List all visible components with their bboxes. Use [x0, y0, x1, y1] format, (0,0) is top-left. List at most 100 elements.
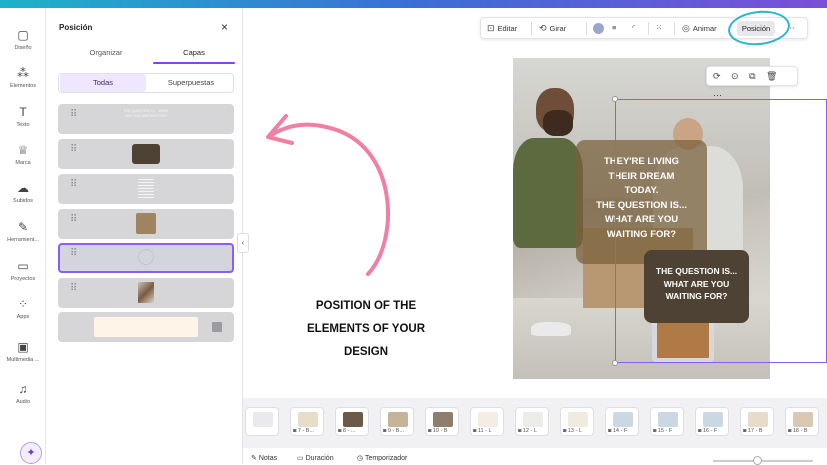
page-thumbnail[interactable]: ◙ 9 - B... — [380, 407, 414, 436]
duration-button[interactable]: ▭ Duración — [297, 454, 334, 462]
resize-handle[interactable] — [612, 96, 618, 102]
page-label: ◙ 18 - B — [788, 428, 808, 434]
page-icon: ◙ — [698, 428, 702, 434]
timer-icon: ◷ — [357, 455, 364, 462]
toolbar-divider — [531, 22, 532, 35]
page-label: ◙ 7 - B... — [293, 428, 314, 434]
page-icon: ◙ — [788, 428, 792, 434]
page-preview — [388, 412, 408, 427]
page-preview — [298, 412, 318, 427]
animate-button[interactable]: ◎ Animar — [682, 18, 717, 38]
element-toolbar[interactable]: ⟳ ⊙ ⧉ 🗑 ⋯ — [706, 66, 798, 100]
page-label-text: 15 - F — [657, 428, 673, 434]
editor-footer: ✎ Notas ▭ Duración ◷ Temporizador — [243, 448, 827, 465]
corner-rounding-icon[interactable]: ◜ — [632, 18, 635, 38]
notes-button[interactable]: ✎ Notas — [251, 454, 277, 462]
page-label-text: 11 - L — [477, 428, 492, 434]
page-icon: ◙ — [473, 428, 477, 434]
page-label: ◙ 17 - B — [743, 428, 763, 434]
page-icon: ◙ — [518, 428, 522, 434]
page-preview — [253, 412, 273, 427]
page-label-text: 18 - B — [792, 428, 808, 434]
page-label: ◙ 13 - L — [563, 428, 582, 434]
page-label: ◙ 9 - B... — [383, 428, 404, 434]
page-label-text: 14 - F — [612, 428, 628, 434]
page-thumbnail[interactable]: ◙ 16 - F — [695, 407, 729, 436]
toolbar-divider — [586, 22, 587, 35]
page-thumbnail[interactable]: ◙ 18 - B — [785, 407, 819, 436]
page-label-text: 12 - L — [522, 428, 537, 434]
page-preview — [613, 412, 633, 427]
page-thumbnail[interactable]: ◙ 13 - L — [560, 407, 594, 436]
page-label: ◙ 16 - F — [698, 428, 717, 434]
page-label-text: 16 - F — [702, 428, 718, 434]
photo-person — [513, 138, 583, 248]
page-label: ◙ 15 - F — [653, 428, 672, 434]
page-thumbnail[interactable]: ◙ 14 - F — [605, 407, 639, 436]
toolbar-divider — [648, 22, 649, 35]
page-icon: ◙ — [383, 428, 387, 434]
edit-button[interactable]: ⊡ Editar — [487, 18, 517, 38]
page-preview — [433, 412, 453, 427]
page-preview — [748, 412, 768, 427]
duration-label: Duración — [305, 455, 334, 462]
page-thumbnail[interactable]: ◙ 8 - ... — [335, 407, 369, 436]
page-thumbnail[interactable]: ◙ 17 - B — [740, 407, 774, 436]
page-preview — [523, 412, 543, 427]
rotate-label: Girar — [549, 24, 567, 33]
page-label-text: 9 - B... — [387, 428, 405, 434]
page-preview — [568, 412, 588, 427]
page-icon: ◙ — [338, 428, 342, 434]
page-label-text: 13 - L — [567, 428, 582, 434]
page-thumbnail[interactable] — [245, 407, 279, 436]
transparency-icon[interactable]: ⁙ — [656, 18, 662, 38]
crop-rotate-icon: ⟲ — [539, 23, 547, 33]
resize-handle[interactable] — [612, 360, 618, 366]
page-preview — [658, 412, 678, 427]
page-label: ◙ 8 - ... — [338, 428, 355, 434]
edit-icon: ⊡ — [487, 23, 495, 33]
page-label-text: 8 - ... — [342, 428, 356, 434]
page-label-text: 17 - B — [747, 428, 763, 434]
page-label-text: 7 - B... — [297, 428, 315, 434]
annotation-line: DESIGN — [343, 346, 389, 358]
annotation-line: ELEMENTS OF YOUR — [307, 323, 425, 335]
border-style-icon[interactable]: ≡ — [612, 18, 616, 38]
toolbar-divider — [674, 22, 675, 35]
page-label: ◙ 10 - B — [428, 428, 448, 434]
animate-icon: ◎ — [682, 23, 690, 33]
color-swatch[interactable] — [593, 23, 604, 34]
selection-box — [615, 99, 827, 363]
page-icon: ◙ — [743, 428, 747, 434]
page-strip: ◙ 7 - B... ◙ 8 - ... ◙ 9 - B... ◙ 10 - B ◙ 1… — [243, 398, 827, 448]
page-icon: ◙ — [293, 428, 297, 434]
page-thumbnail[interactable]: ◙ 10 - B — [425, 407, 459, 436]
timer-label: Temporizador — [364, 455, 408, 462]
rotate-button[interactable]: ⟲ Girar — [539, 18, 566, 38]
page-icon: ◙ — [428, 428, 432, 434]
page-icon: ◙ — [608, 428, 612, 434]
photo-shoe — [531, 322, 571, 336]
page-label: ◙ 14 - F — [608, 428, 627, 434]
page-thumbnail[interactable]: ◙ 7 - B... — [290, 407, 324, 436]
page-preview — [478, 412, 498, 427]
page-preview — [703, 412, 723, 427]
zoom-slider-track[interactable] — [713, 460, 813, 462]
notes-icon: ✎ — [251, 455, 257, 462]
page-label: ◙ 11 - L — [473, 428, 492, 434]
annotation-text: POSITION OF THE ELEMENTS OF YOUR DESIGN — [286, 295, 446, 364]
duration-icon: ▭ — [297, 455, 304, 462]
page-icon: ◙ — [563, 428, 567, 434]
page-preview — [343, 412, 363, 427]
page-label: ◙ 12 - L — [518, 428, 537, 434]
page-thumbnail[interactable]: ◙ 15 - F — [650, 407, 684, 436]
page-thumbnail[interactable]: ◙ 12 - L — [515, 407, 549, 436]
annotation-line: POSITION OF THE — [315, 300, 417, 312]
timer-button[interactable]: ◷ Temporizador — [357, 454, 407, 462]
page-thumbnail[interactable]: ◙ 11 - L — [470, 407, 504, 436]
animate-label: Animar — [692, 24, 717, 33]
edit-label: Editar — [497, 24, 518, 33]
photo-person-beard — [543, 110, 573, 136]
page-icon: ◙ — [653, 428, 657, 434]
notes-label: Notas — [258, 455, 278, 462]
